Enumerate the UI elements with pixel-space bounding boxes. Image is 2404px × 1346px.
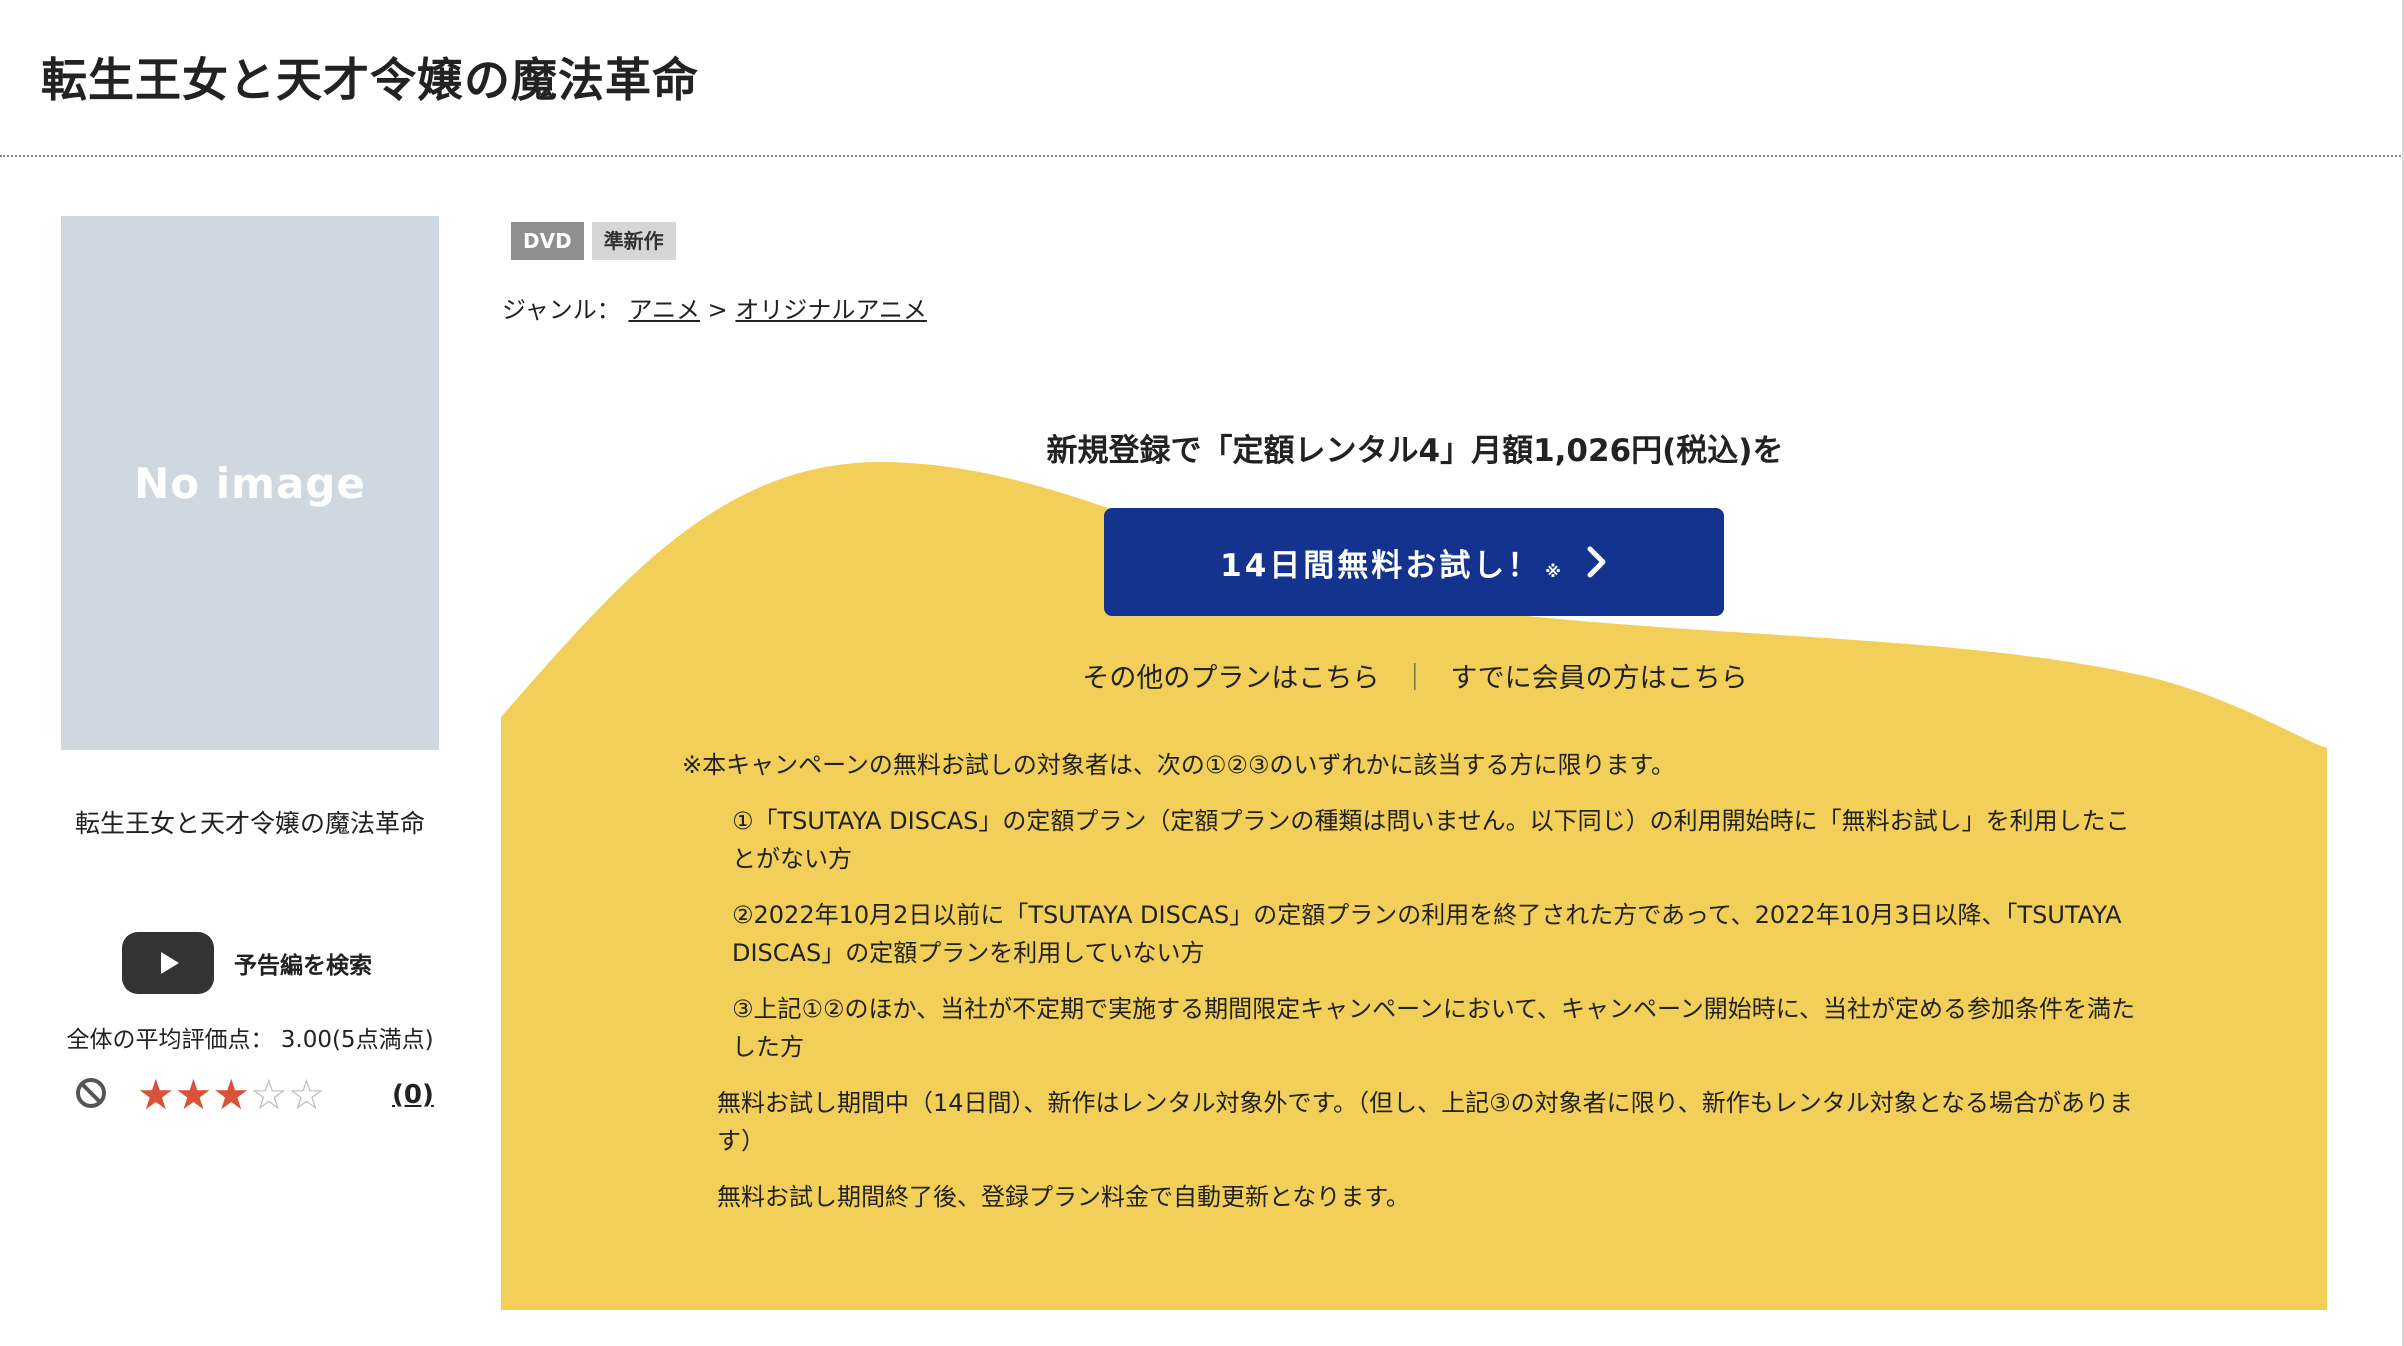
other-plans-link[interactable]: その他のプランはこちら [1082, 663, 1379, 694]
star-empty-icon[interactable]: ☆ [288, 1070, 326, 1119]
rating-row: ★★★☆☆ (0) [74, 1070, 434, 1120]
badge-dvd: DVD [511, 222, 584, 260]
free-trial-label: 14日間無料お試し！ [1220, 547, 1542, 584]
trial-note: 無料お試し期間中（14日間）、新作はレンタル対象外です。（但し、上記③の対象者に… [717, 1089, 2133, 1155]
no-image-placeholder: No image [134, 458, 366, 508]
member-login-link[interactable]: すでに会員の方はこちら [1450, 663, 1747, 694]
notes-item-1: ①「TSUTAYA DISCAS」の定額プラン（定額プランの種類は問いません。以… [732, 807, 2130, 873]
genre-link-original-anime[interactable]: オリジナルアニメ [735, 296, 927, 324]
renewal-note: 無料お試し期間終了後、登録プラン料金で自動更新となります。 [717, 1183, 1410, 1211]
average-rating: 全体の平均評価点： 3.00(5点満点) [66, 1027, 434, 1053]
play-icon[interactable] [122, 932, 214, 994]
genre-link-anime[interactable]: アニメ [628, 296, 700, 324]
link-separator: ｜ [1401, 663, 1429, 694]
product-thumbnail: No image [61, 216, 439, 750]
trailer-search[interactable]: 予告編を検索 [122, 932, 372, 994]
star-filled-icon[interactable]: ★ [175, 1070, 213, 1119]
review-count-link[interactable]: (0) [392, 1080, 434, 1110]
notes-lead: ※本キャンペーンの無料お試しの対象者は、次の①②③のいずれかに該当する方に限りま… [682, 751, 1676, 779]
page-title: 転生王女と天才令嬢の魔法革命 [41, 53, 699, 107]
page-header: 転生王女と天才令嬢の魔法革命 [0, 0, 2404, 157]
badge-semi-new: 準新作 [591, 222, 676, 260]
notes-item-2: ②2022年10月2日以前に「TSUTAYA DISCAS」の定額プランの利用を… [732, 901, 2122, 967]
breadcrumb-separator: > [707, 296, 728, 324]
genre-breadcrumb: ジャンル： アニメ > オリジナルアニメ [502, 290, 927, 325]
trailer-search-link[interactable]: 予告編を検索 [234, 946, 372, 980]
campaign-notes: ※本キャンペーンの無料お試しの対象者は、次の①②③のいずれかに該当する方に限りま… [682, 746, 2152, 1234]
star-filled-icon[interactable]: ★ [137, 1070, 175, 1119]
prohibited-icon[interactable] [74, 1076, 108, 1110]
product-title: 転生王女と天才令嬢の魔法革命 [74, 809, 425, 838]
cta-note-mark: ※ [1545, 561, 1564, 581]
star-filled-icon[interactable]: ★ [212, 1070, 250, 1119]
format-badges: DVD 準新作 [511, 222, 676, 260]
plan-links: その他のプランはこちら ｜ すでに会員の方はこちら [1000, 656, 1830, 695]
notes-item-3: ③上記①②のほか、当社が不定期で実施する期間限定キャンペーンにおいて、キャンペー… [732, 995, 2136, 1061]
star-rating[interactable]: ★★★☆☆ [137, 1070, 325, 1120]
chevron-right-icon [1587, 546, 1606, 578]
free-trial-button[interactable]: 14日間無料お試し！ ※ [1104, 508, 1724, 616]
genre-label: ジャンル： [502, 296, 621, 324]
star-empty-icon[interactable]: ☆ [250, 1070, 288, 1119]
promo-headline: 新規登録で「定額レンタル4」月額1,026円(税込)を [1046, 433, 1784, 469]
